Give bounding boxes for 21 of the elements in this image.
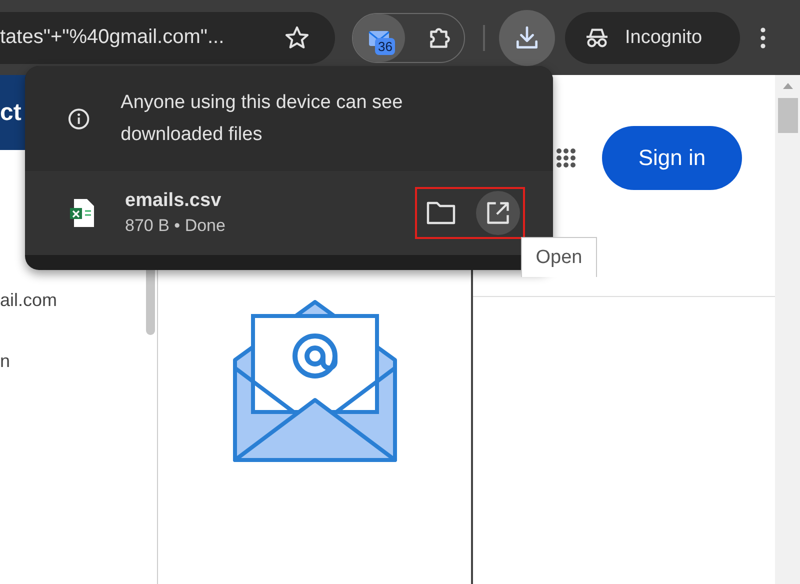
notice-text: Anyone using this device can see downloaded files — [120, 90, 404, 146]
address-bar[interactable]: tates"+"%40gmail.com"... — [0, 12, 335, 64]
spreadsheet-file-icon — [69, 198, 95, 228]
sign-in-button[interactable]: Sign in — [602, 126, 742, 190]
sidebar-text: ail.com — [0, 290, 58, 311]
extension-button[interactable]: 36 — [353, 14, 405, 62]
open-external-icon — [485, 200, 511, 226]
header-text: ct — [0, 98, 22, 126]
scrollbar-thumb[interactable] — [778, 98, 798, 133]
sidebar-text: n — [0, 351, 12, 372]
star-icon[interactable] — [283, 24, 311, 52]
folder-icon[interactable] — [425, 199, 457, 227]
open-button[interactable] — [476, 191, 520, 235]
address-text: tates"+"%40gmail.com"... — [0, 26, 224, 49]
apps-grid-icon[interactable] — [556, 148, 576, 168]
extension-badge: 36 — [375, 38, 396, 54]
tooltip: Open — [521, 237, 597, 277]
file-name: emails.csv — [125, 190, 222, 212]
menu-icon[interactable] — [760, 26, 766, 48]
incognito-button[interactable]: Incognito — [565, 12, 740, 64]
file-status: 870 B • Done — [125, 216, 226, 236]
